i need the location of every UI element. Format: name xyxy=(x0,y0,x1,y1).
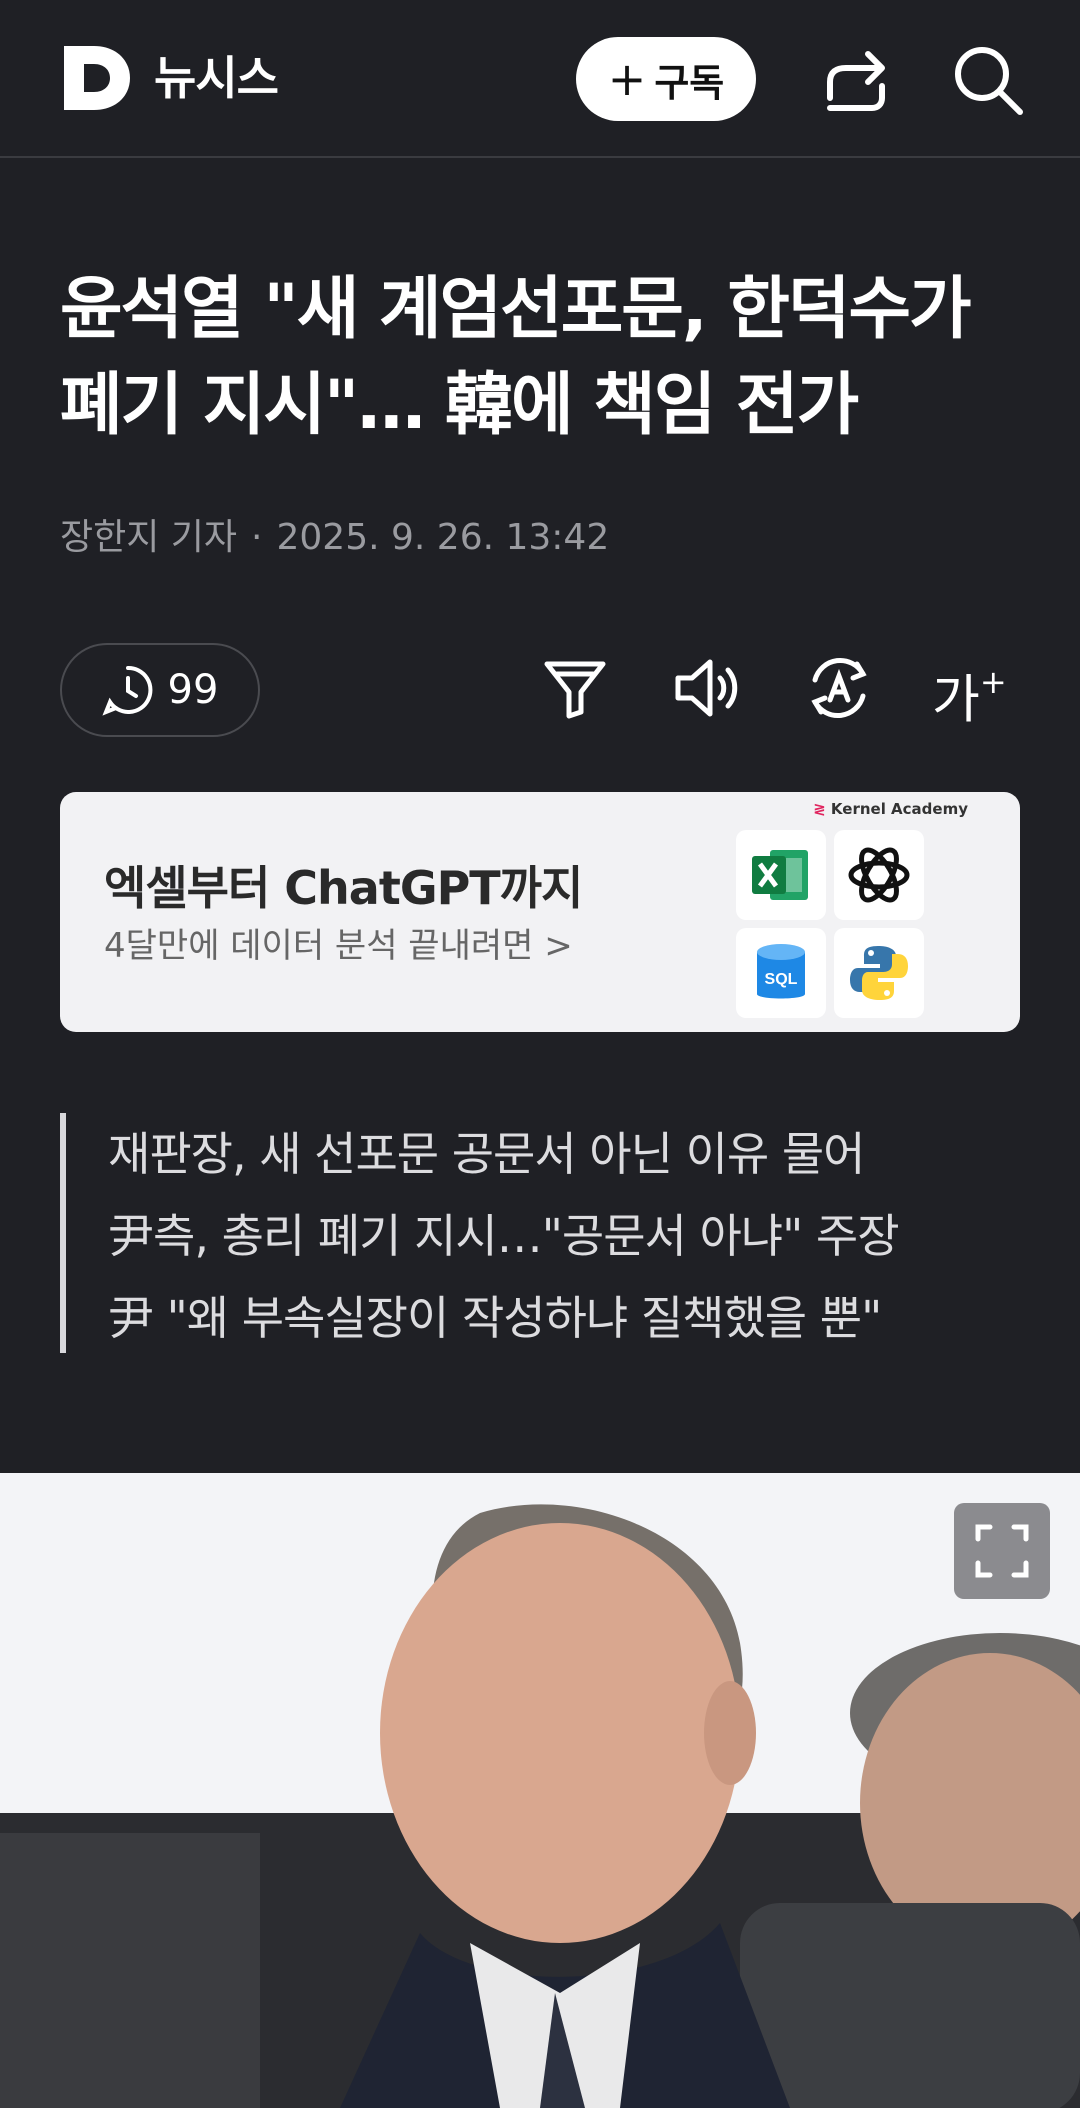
font-size-plus: + xyxy=(979,663,1007,701)
font-size-label: 가 xyxy=(932,670,980,731)
newsis-logo-icon[interactable] xyxy=(60,42,132,114)
translate-icon[interactable] xyxy=(801,650,877,726)
publish-date: 2025. 9. 26. 13:42 xyxy=(276,517,610,558)
expand-photo-button[interactable] xyxy=(954,1503,1050,1599)
summary-line: 尹측, 총리 폐기 지시…"공문서 아냐" 주장 xyxy=(108,1209,900,1263)
search-icon[interactable] xyxy=(950,42,1026,118)
brand-name[interactable]: 뉴시스 xyxy=(154,48,279,108)
plus-icon: + xyxy=(607,52,647,106)
python-icon xyxy=(834,928,924,1018)
subscribe-label: 구독 xyxy=(654,60,725,105)
svg-text:SQL: SQL xyxy=(765,971,798,988)
top-bar: 뉴시스 + 구독 xyxy=(0,0,1080,158)
ad-banner[interactable]: ≷ Kernel Academy 엑셀부터 ChatGPT까지 4달만에 데이터… xyxy=(60,792,1020,1032)
comments-button[interactable]: 99 xyxy=(60,643,260,737)
ad-title: 엑셀부터 ChatGPT까지 xyxy=(104,861,583,915)
summary-line: 尹 "왜 부속실장이 작성하냐 질책했을 뿐" xyxy=(108,1291,882,1345)
font-size-button[interactable]: 가+ xyxy=(932,650,1008,730)
ad-brand: ≷ Kernel Academy xyxy=(813,800,968,818)
filter-icon[interactable] xyxy=(537,650,613,726)
chatgpt-icon xyxy=(834,830,924,920)
ad-subtitle: 4달만에 데이터 분석 끝내려면 > xyxy=(104,926,573,966)
article-meta: 장한지 기자 · 2025. 9. 26. 13:42 xyxy=(60,512,609,564)
subscribe-button[interactable]: + 구독 xyxy=(576,37,756,121)
clock-comment-icon xyxy=(101,665,152,716)
kernel-logo-icon: ≷ xyxy=(813,800,826,818)
sql-icon: SQL xyxy=(736,928,826,1018)
comment-count: 99 xyxy=(167,667,219,713)
summary-line: 재판장, 새 선포문 공문서 아닌 이유 물어 xyxy=(108,1127,865,1181)
article-photo[interactable] xyxy=(0,1473,1080,2108)
speaker-icon[interactable] xyxy=(670,650,746,726)
photo-illustration xyxy=(0,1473,1080,2108)
fullscreen-icon xyxy=(975,1524,1029,1578)
ad-brand-label: Kernel Academy xyxy=(830,800,968,818)
share-icon[interactable] xyxy=(818,42,894,118)
article-summary: 재판장, 새 선포문 공문서 아닌 이유 물어 尹측, 총리 폐기 지시…"공문… xyxy=(60,1113,1020,1353)
article-title: 윤석열 "새 계엄선포문, 한덕수가 폐기 지시"… 韓에 책임 전가 xyxy=(60,270,972,445)
excel-icon xyxy=(736,830,826,920)
author-name[interactable]: 장한지 기자 xyxy=(60,512,237,564)
meta-separator: · xyxy=(251,517,263,558)
